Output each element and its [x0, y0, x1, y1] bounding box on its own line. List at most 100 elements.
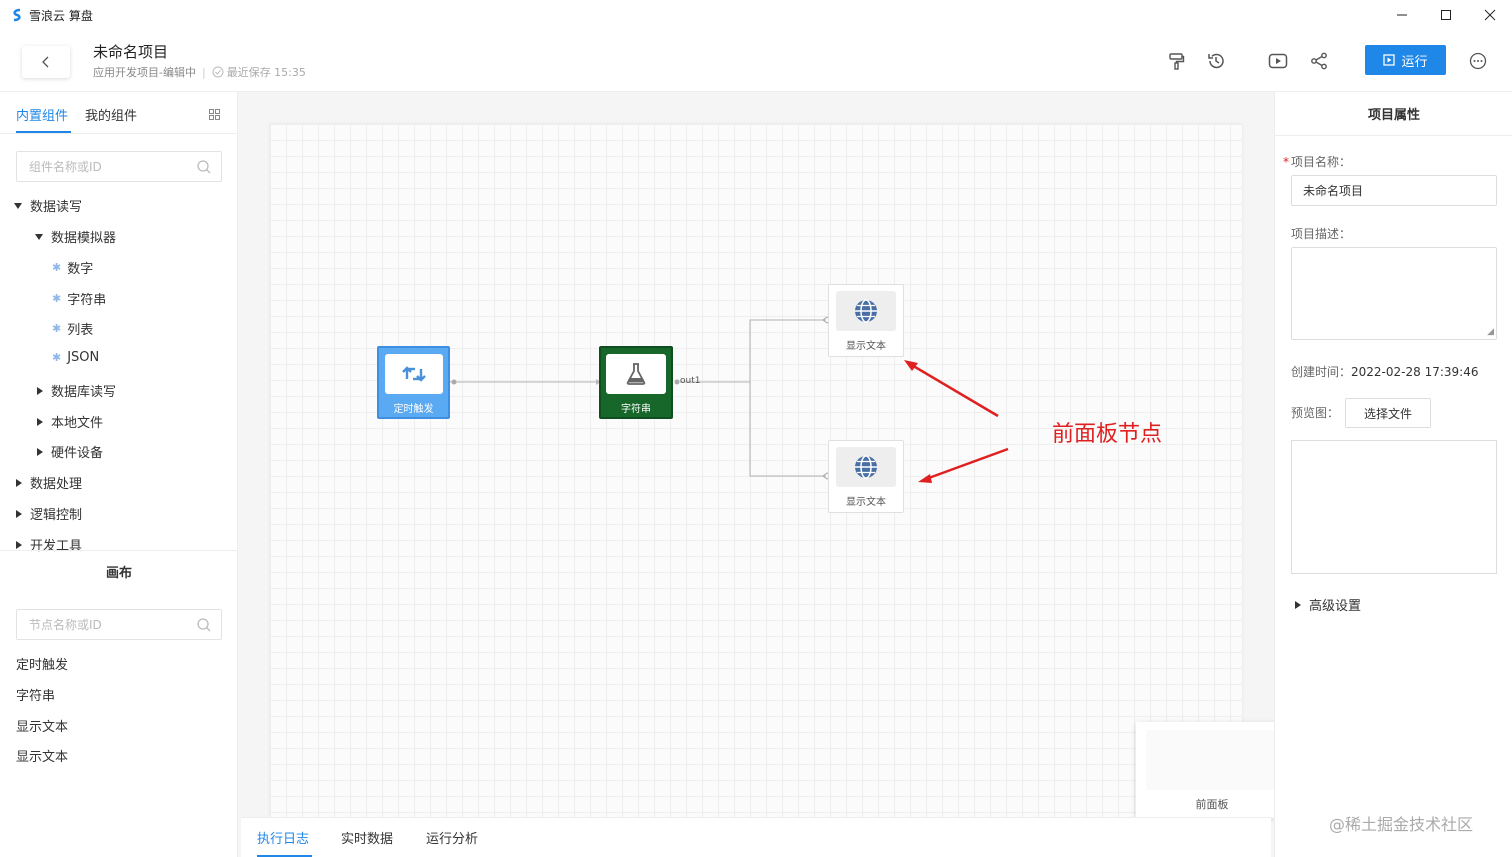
caret-right-icon	[16, 540, 22, 549]
preview-play-icon[interactable]	[1267, 50, 1289, 72]
run-button[interactable]: 运行	[1365, 45, 1446, 75]
node-string[interactable]: 字符串	[599, 346, 673, 419]
node-list-item[interactable]: 定时触发	[16, 654, 68, 673]
component-search-input[interactable]: 组件名称或ID	[16, 151, 222, 182]
app-logo-icon	[13, 8, 21, 22]
project-name-input[interactable]: 未命名项目	[1291, 175, 1497, 206]
tree-item-string[interactable]: ✱ 字符串	[52, 289, 106, 308]
advanced-label: 高级设置	[1309, 599, 1362, 614]
tab-realtime-data[interactable]: 实时数据	[341, 828, 393, 847]
tree-label: 本地文件	[51, 416, 104, 431]
front-panel-minimap[interactable]: 前面板	[1136, 722, 1288, 818]
connections	[450, 316, 1009, 483]
tree-label: 逻辑控制	[30, 508, 83, 523]
node-label: 定时触发	[393, 404, 434, 415]
active-tab-indicator	[16, 131, 71, 133]
component-tabs: 内置组件 我的组件	[0, 92, 238, 134]
created-value: 2022-02-28 17:39:46	[1351, 365, 1479, 379]
search-icon	[197, 160, 211, 174]
select-file-button[interactable]: 选择文件	[1345, 398, 1431, 428]
tree-db-rw[interactable]: 数据库读写	[37, 381, 116, 400]
saved-status: 最近保存 15:35	[212, 64, 306, 80]
tree-local-file[interactable]: 本地文件	[37, 412, 103, 431]
tree-item-number[interactable]: ✱ 数字	[52, 258, 93, 277]
caret-down-icon	[14, 202, 22, 209]
tree-data-simulator[interactable]: 数据模拟器	[35, 227, 116, 246]
app-title: 雪浪云 算盘	[29, 8, 93, 23]
canvas-section-title: 画布	[0, 550, 238, 592]
advanced-settings-toggle[interactable]: 高级设置	[1295, 595, 1361, 614]
node-list-item[interactable]: 字符串	[16, 685, 55, 704]
node-list-item[interactable]: 显示文本	[16, 716, 68, 735]
component-icon: ✱	[52, 292, 62, 305]
project-name-label: * 项目名称：	[1283, 153, 1351, 170]
more-icon[interactable]	[1467, 50, 1489, 72]
grid-view-icon[interactable]	[209, 109, 220, 120]
back-button[interactable]	[22, 46, 70, 78]
node-icon-wrap	[384, 354, 443, 394]
caret-right-icon	[37, 447, 43, 456]
project-desc-label: 项目描述：	[1291, 227, 1352, 241]
run-label: 运行	[1401, 54, 1428, 70]
check-circle-icon	[212, 66, 224, 78]
flow-board[interactable]: out1 定时触发 字符串 显示文本 显示文本 前面板节点 前面板	[270, 124, 1288, 824]
format-painter-icon[interactable]	[1165, 50, 1187, 72]
component-icon: ✱	[52, 261, 62, 274]
history-icon[interactable]	[1205, 50, 1227, 72]
created-time: 创建时间：2022-02-28 17:39:46	[1291, 363, 1478, 380]
caret-right-icon	[16, 478, 22, 487]
tree-label: 列表	[67, 323, 94, 338]
tab-execution-log[interactable]: 执行日志	[257, 828, 309, 847]
window-controls	[1380, 0, 1512, 30]
minimap-label: 前面板	[1195, 798, 1229, 811]
project-header: 未命名项目 应用开发项目-编辑中 | 最近保存 15:35 运行	[0, 30, 1512, 92]
tree-label: 数据读写	[30, 200, 83, 215]
node-search-placeholder: 节点名称或ID	[29, 618, 102, 632]
caret-right-icon	[37, 386, 43, 395]
tab-run-analysis[interactable]: 运行分析	[426, 828, 478, 847]
caret-right-icon	[37, 417, 43, 426]
component-icon: ✱	[52, 322, 62, 335]
search-icon	[197, 618, 211, 632]
tab-builtin-components[interactable]: 内置组件	[16, 105, 68, 124]
tree-label: 字符串	[67, 293, 107, 308]
tree-label: 数字	[67, 262, 94, 277]
close-icon[interactable]	[1468, 0, 1512, 30]
tree-item-json[interactable]: ✱ JSON	[52, 350, 99, 365]
caret-down-icon	[35, 233, 43, 240]
port-out-label: out1	[680, 376, 701, 386]
tab-my-components[interactable]: 我的组件	[85, 105, 137, 124]
node-display-text-2[interactable]: 显示文本	[828, 440, 904, 513]
chevron-left-icon	[42, 56, 49, 68]
refresh-icon	[401, 366, 426, 382]
maximize-icon[interactable]	[1424, 0, 1468, 30]
node-label: 字符串	[621, 404, 651, 415]
share-icon[interactable]	[1308, 50, 1330, 72]
tree-hardware[interactable]: 硬件设备	[37, 442, 103, 461]
node-icon-wrap	[836, 447, 896, 487]
tree-logic-control[interactable]: 逻辑控制	[16, 504, 82, 523]
label-text: 项目名称：	[1291, 155, 1352, 169]
project-desc-textarea[interactable]: ◢	[1291, 247, 1497, 340]
watermark: @稀土掘金技术社区	[1329, 815, 1474, 834]
globe-icon	[855, 299, 877, 323]
node-list-item[interactable]: 显示文本	[16, 746, 68, 765]
created-label: 创建时间：	[1291, 365, 1352, 379]
node-display-text-1[interactable]: 显示文本	[828, 284, 904, 357]
tree-label: 数据处理	[30, 477, 83, 492]
tree-data-processing[interactable]: 数据处理	[16, 473, 82, 492]
caret-right-icon	[1295, 600, 1301, 609]
node-search-input[interactable]: 节点名称或ID	[16, 609, 222, 640]
front-panel-annotation: 前面板节点	[1052, 422, 1163, 447]
caret-right-icon	[16, 509, 22, 518]
project-properties-panel: 项目属性 * 项目名称： 未命名项目 项目描述： ◢ 创建时间：2022-02-2…	[1274, 92, 1512, 857]
canvas-area: out1 定时触发 字符串 显示文本 显示文本 前面板节点 前面板 执行日志 实…	[238, 92, 1288, 857]
minimize-icon[interactable]	[1380, 0, 1424, 30]
tree-label: 数据模拟器	[51, 231, 117, 246]
tree-item-list[interactable]: ✱ 列表	[52, 319, 93, 338]
component-icon: ✱	[52, 351, 62, 364]
node-timer-trigger[interactable]: 定时触发	[377, 346, 450, 419]
tree-data-rw[interactable]: 数据读写	[14, 196, 82, 215]
tree-label: JSON	[67, 350, 100, 365]
resize-handle-icon[interactable]: ◢	[1487, 327, 1494, 337]
